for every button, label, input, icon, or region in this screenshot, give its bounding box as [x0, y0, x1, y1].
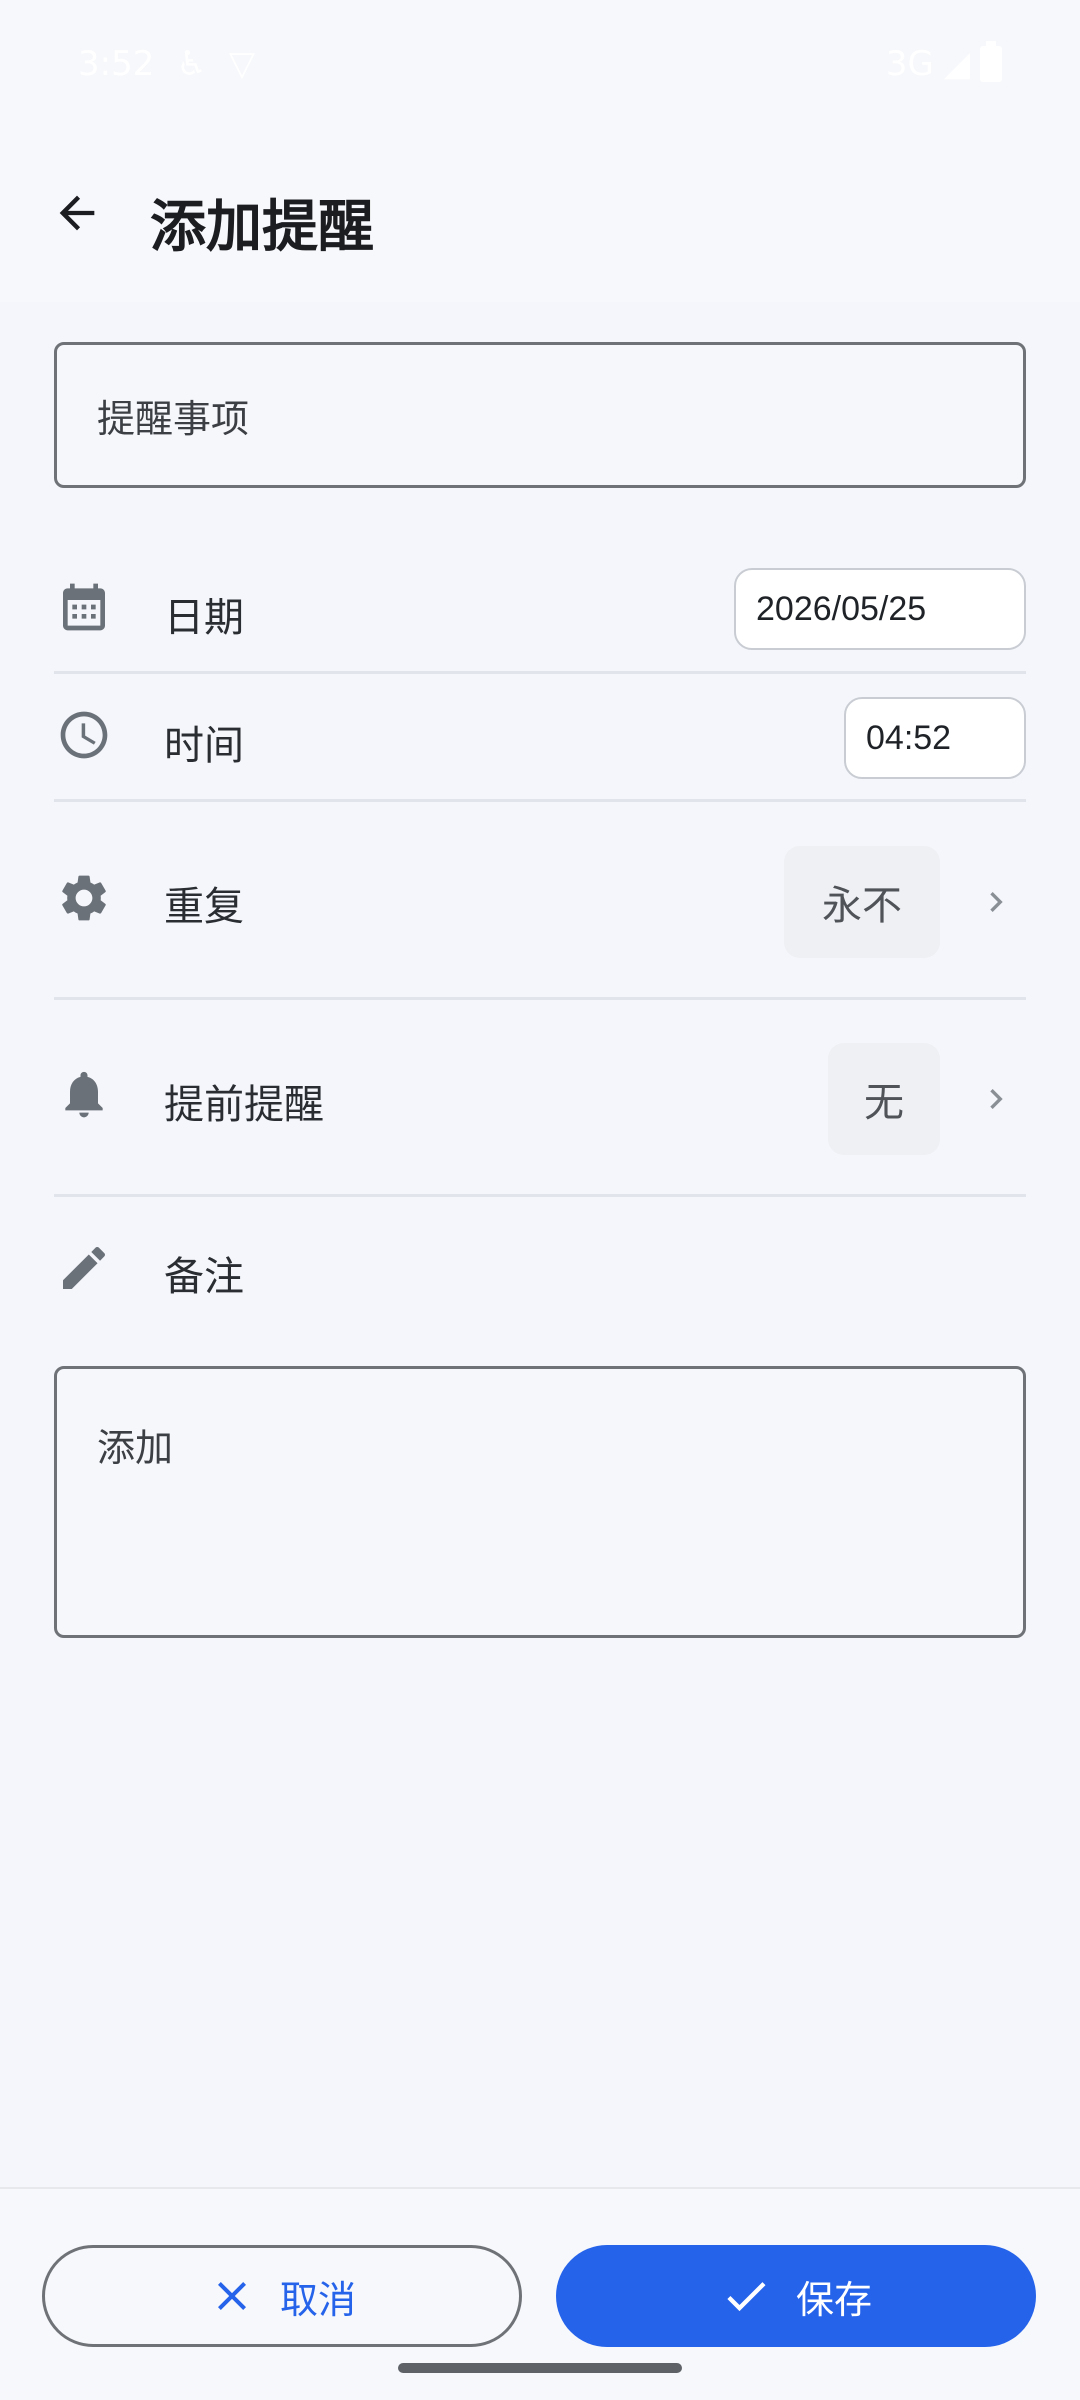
notes-input[interactable]: 添加	[54, 1366, 1026, 1638]
battery-icon	[980, 41, 1002, 82]
notes-row: 备注	[54, 1218, 1026, 1328]
date-field[interactable]: 2026/05/25	[734, 568, 1026, 650]
divider	[54, 671, 1026, 674]
reminder-title-placeholder: 提醒事项	[97, 396, 250, 441]
signal-icon: ◢	[943, 44, 970, 84]
divider	[54, 997, 1026, 1000]
pencil-icon	[54, 1238, 114, 1298]
repeat-value-chip[interactable]: 永不	[784, 846, 940, 958]
reminder-title-input[interactable]: 提醒事项	[54, 342, 1026, 488]
advance-reminder-label: 提前提醒	[164, 1082, 324, 1128]
cancel-label: 取消	[279, 2277, 356, 2322]
check-icon	[727, 2282, 766, 2312]
form-content: 提醒事项 日期 2026/05/25 时间 04:52 重复 永不 提前提醒 无…	[0, 302, 1080, 2187]
date-label: 日期	[164, 595, 244, 641]
repeat-value: 永不	[822, 883, 902, 929]
back-button[interactable]	[42, 178, 112, 248]
network-type: 3G	[885, 44, 934, 84]
notes-placeholder: 添加	[97, 1426, 174, 1470]
cancel-button[interactable]: 取消	[42, 2245, 522, 2347]
arrow-left-icon	[59, 195, 95, 231]
advance-reminder-value: 无	[864, 1080, 904, 1126]
page-title: 添加提醒	[150, 195, 374, 260]
app-bar: 添加提醒	[0, 130, 1080, 302]
status-left: 3:52 ♿ ▽	[78, 44, 255, 84]
advance-reminder-value-chip[interactable]: 无	[828, 1043, 940, 1155]
repeat-label: 重复	[164, 884, 244, 930]
save-button[interactable]: 保存	[556, 2245, 1036, 2347]
notes-label: 备注	[164, 1254, 244, 1300]
time-value: 04:52	[866, 718, 952, 757]
status-time: 3:52	[78, 44, 155, 84]
clock-icon	[54, 705, 114, 765]
gear-icon	[54, 868, 114, 928]
bell-icon	[54, 1064, 114, 1124]
chevron-right-icon	[976, 882, 1016, 922]
home-indicator[interactable]	[398, 2363, 682, 2373]
time-label: 时间	[164, 723, 244, 769]
status-bar: 3:52 ♿ ▽ 3G ◢	[0, 0, 1080, 130]
divider	[54, 799, 1026, 802]
status-right: 3G ◢	[885, 41, 1002, 84]
calendar-icon	[54, 577, 114, 637]
time-field[interactable]: 04:52	[844, 697, 1026, 779]
accessibility-icon: ♿	[176, 44, 207, 84]
divider	[54, 1194, 1026, 1197]
save-label: 保存	[795, 2277, 872, 2322]
date-value: 2026/05/25	[756, 589, 927, 628]
close-icon	[217, 2282, 246, 2310]
chevron-right-icon	[976, 1079, 1016, 1119]
vpn-icon: ▽	[228, 44, 255, 84]
